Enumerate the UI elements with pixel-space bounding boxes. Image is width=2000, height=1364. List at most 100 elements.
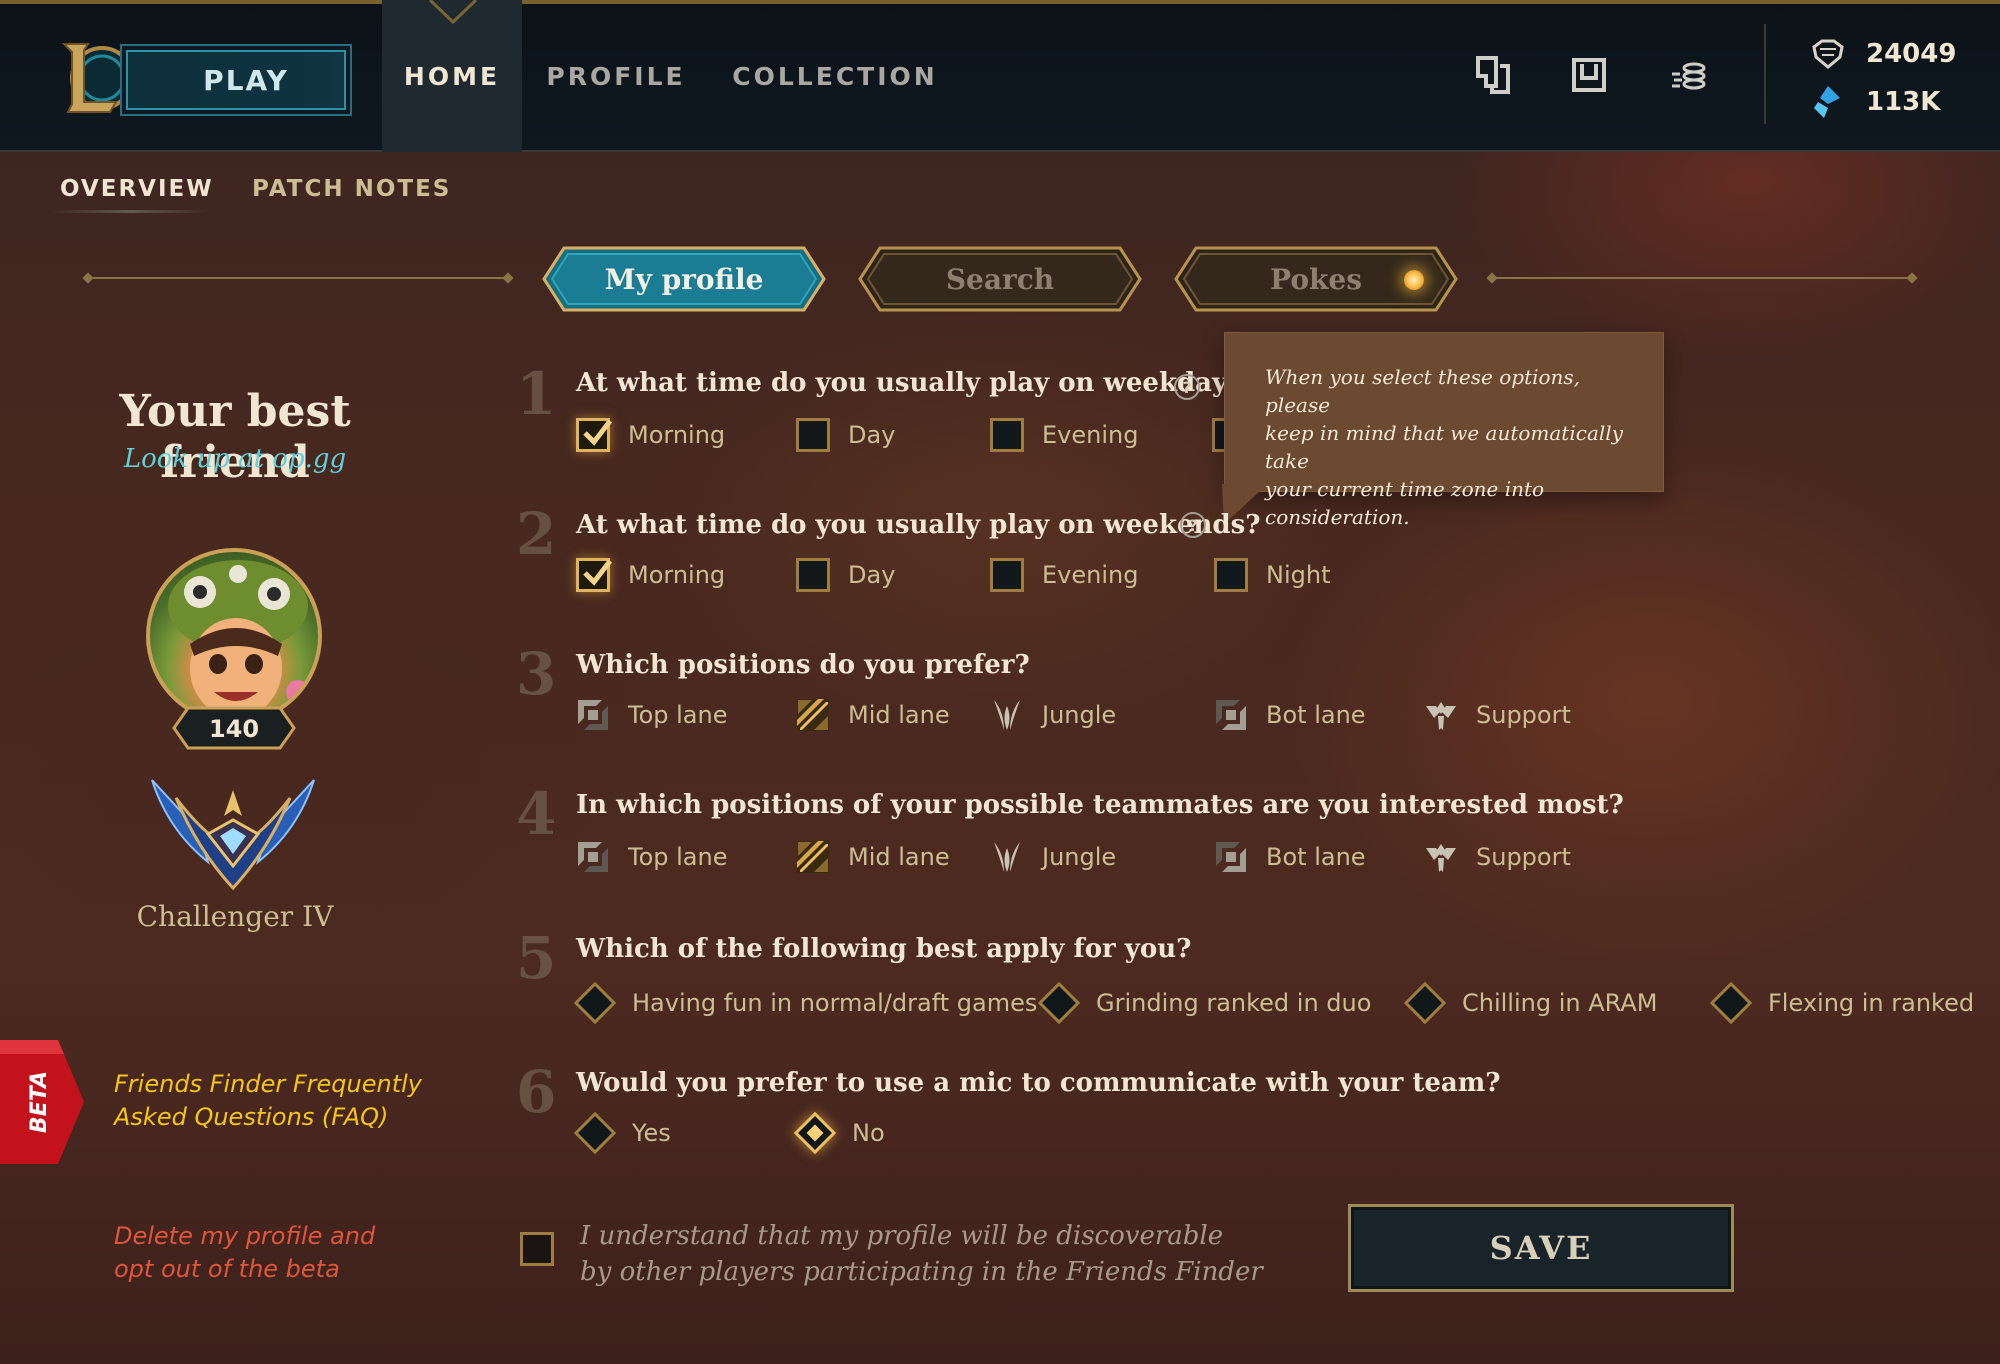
header-divider: [1764, 24, 1766, 124]
position-mid-lane[interactable]: Mid lane: [796, 698, 950, 732]
mic-option-yes[interactable]: Yes: [573, 1111, 671, 1155]
play-button[interactable]: PLAY: [120, 44, 352, 116]
blue-essence-icon: [1812, 39, 1844, 69]
radio-diamond[interactable]: [573, 981, 617, 1025]
radio-diamond[interactable]: [1403, 981, 1447, 1025]
option-label: Bot lane: [1266, 701, 1366, 729]
help-icon[interactable]: ?: [1174, 374, 1200, 400]
weekday-option-evening[interactable]: Evening: [990, 418, 1138, 452]
clash-icon[interactable]: [1472, 52, 1516, 100]
tab-search[interactable]: Search: [858, 246, 1142, 312]
option-label: Flexing in ranked: [1768, 989, 1975, 1017]
weekend-option-day[interactable]: Day: [796, 558, 895, 592]
radio-diamond[interactable]: [573, 1111, 617, 1155]
radio-diamond[interactable]: [1709, 981, 1753, 1025]
league-logo[interactable]: [58, 38, 128, 118]
checkbox[interactable]: [1214, 558, 1248, 592]
consent-checkbox[interactable]: [520, 1232, 554, 1266]
position-bot-lane[interactable]: Bot lane: [1214, 698, 1366, 732]
option-label: Top lane: [628, 843, 728, 871]
question-text: At what time do you usually play on week…: [576, 368, 1257, 398]
pokes-notification-dot: [1404, 270, 1424, 290]
question-text: In which positions of your possible team…: [576, 790, 1624, 820]
faq-link-line-2: Asked Questions (FAQ): [114, 1103, 389, 1131]
teammate-position-bot-lane[interactable]: Bot lane: [1214, 840, 1366, 874]
save-button[interactable]: SAVE: [1348, 1204, 1734, 1292]
option-label: Morning: [628, 561, 726, 589]
nav-tab-collection[interactable]: COLLECTION: [720, 0, 950, 152]
option-label: Jungle: [1042, 843, 1117, 871]
playstyle-option-flex-ranked[interactable]: Flexing in ranked: [1709, 981, 1975, 1025]
weekday-option-morning[interactable]: Morning: [576, 418, 725, 452]
checkbox[interactable]: [990, 558, 1024, 592]
help-icon[interactable]: ?: [1180, 512, 1206, 538]
support-icon: [1426, 702, 1456, 730]
checkbox-checked[interactable]: [576, 418, 612, 452]
nav-tab-profile[interactable]: PROFILE: [546, 0, 686, 152]
weekend-option-morning[interactable]: Morning: [576, 558, 725, 592]
blue-essence-counter[interactable]: 24049: [1810, 34, 1956, 74]
decorative-line-right: [1492, 277, 1912, 279]
teammate-position-support[interactable]: Support: [1424, 840, 1571, 874]
level-value: 140: [209, 715, 259, 743]
subnav-overview[interactable]: OVERVIEW: [60, 176, 214, 202]
mid-lane-icon: [797, 699, 829, 731]
mic-option-no[interactable]: No: [793, 1111, 885, 1155]
faq-link[interactable]: Friends Finder Frequently Asked Question…: [114, 1068, 422, 1134]
option-label: Top lane: [628, 701, 728, 729]
radio-diamond[interactable]: [1037, 981, 1081, 1025]
question-text: Which positions do you prefer?: [576, 650, 1030, 680]
weekend-option-night[interactable]: Night: [1214, 558, 1330, 592]
top-lane-icon: [578, 700, 608, 730]
option-label: Day: [848, 561, 896, 589]
option-label: Night: [1266, 561, 1331, 589]
option-label: No: [852, 1119, 885, 1147]
question-number: 5: [516, 924, 557, 992]
tooltip-line: your current time zone into consideratio…: [1265, 477, 1545, 529]
tab-my-profile[interactable]: My profile: [542, 246, 826, 312]
teammate-position-top-lane[interactable]: Top lane: [576, 840, 727, 874]
level-badge: 140: [172, 706, 296, 750]
position-support[interactable]: Support: [1424, 698, 1571, 732]
delete-profile-link[interactable]: Delete my profile and opt out of the bet…: [114, 1220, 375, 1286]
loot-icon[interactable]: [1668, 52, 1712, 100]
faq-link-line-1: Friends Finder Frequently: [114, 1070, 423, 1098]
checkbox-checked[interactable]: [576, 558, 612, 592]
option-label: Morning: [628, 421, 726, 449]
weekend-option-evening[interactable]: Evening: [990, 558, 1138, 592]
option-label: Chilling in ARAM: [1462, 989, 1658, 1017]
option-label: Evening: [1042, 421, 1139, 449]
beta-label: BETA: [27, 1071, 52, 1133]
teammate-position-jungle[interactable]: Jungle: [990, 840, 1116, 874]
position-jungle[interactable]: Jungle: [990, 698, 1116, 732]
opgg-link[interactable]: Look up at op.gg: [40, 444, 430, 474]
checkbox[interactable]: [796, 558, 830, 592]
rank-label: Challenger IV: [136, 900, 334, 933]
checkbox[interactable]: [796, 418, 830, 452]
riot-points-value: 113K: [1866, 87, 1941, 117]
decorative-line-left: [88, 277, 508, 279]
tooltip-line: keep in mind that we automatically take: [1265, 421, 1623, 473]
subnav-active-underline: [52, 210, 210, 213]
delete-link-line-2: opt out of the beta: [114, 1255, 340, 1283]
riot-points-counter[interactable]: 113K: [1810, 82, 1940, 122]
bot-lane-icon: [1216, 842, 1246, 872]
option-label: Bot lane: [1266, 843, 1366, 871]
option-label: Day: [848, 421, 896, 449]
playstyle-option-ranked-duo[interactable]: Grinding ranked in duo: [1037, 981, 1371, 1025]
playstyle-option-aram[interactable]: Chilling in ARAM: [1403, 981, 1658, 1025]
store-icon[interactable]: [1568, 52, 1612, 100]
subnav-patch-notes[interactable]: PATCH NOTES: [252, 176, 451, 202]
radio-diamond-selected[interactable]: [793, 1111, 837, 1155]
checkbox[interactable]: [990, 418, 1024, 452]
question-number: 6: [516, 1058, 557, 1126]
teammate-position-mid-lane[interactable]: Mid lane: [796, 840, 950, 874]
option-label: Jungle: [1042, 701, 1117, 729]
active-tab-chevron-icon: [428, 0, 478, 25]
timezone-tooltip: When you select these options, please ke…: [1224, 332, 1664, 529]
question-number: 2: [516, 500, 557, 568]
riot-points-icon: [1814, 86, 1840, 118]
playstyle-option-normal-draft[interactable]: Having fun in normal/draft games: [573, 981, 1037, 1025]
weekday-option-day[interactable]: Day: [796, 418, 895, 452]
position-top-lane[interactable]: Top lane: [576, 698, 727, 732]
